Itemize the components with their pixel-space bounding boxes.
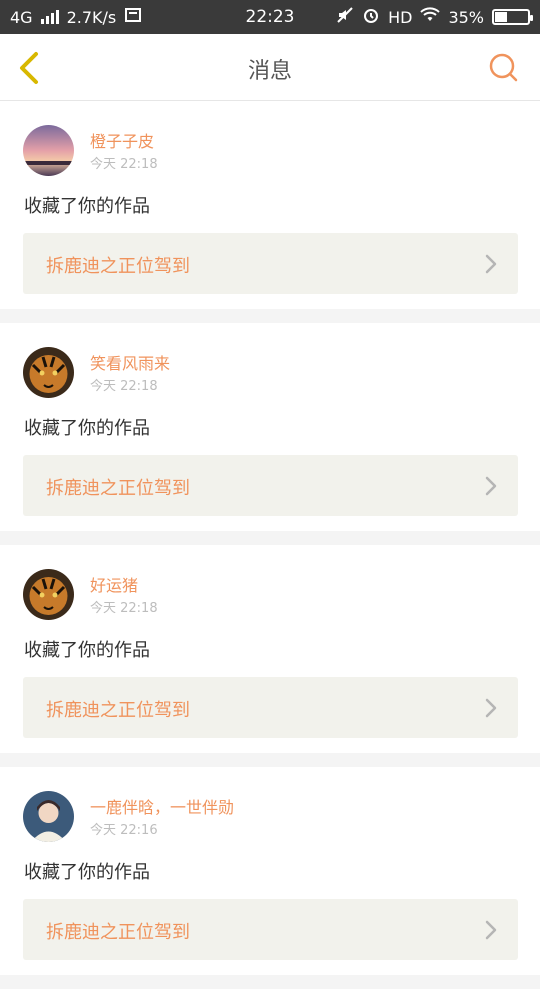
message-card: 好运猪 今天 22:18 收藏了你的作品 拆鹿迪之正位驾到 xyxy=(0,545,540,753)
network-speed: 2.7K/s xyxy=(66,7,117,27)
action-text: 收藏了你的作品 xyxy=(24,862,150,883)
work-link[interactable]: 拆鹿迪之正位驾到 xyxy=(23,677,518,738)
message-card: 笑看风雨来 今天 22:18 收藏了你的作品 拆鹿迪之正位驾到 xyxy=(0,323,540,531)
avatar[interactable] xyxy=(23,347,74,398)
signal-icon xyxy=(40,10,59,24)
alarm-icon xyxy=(362,6,380,28)
timestamp: 今天 22:18 xyxy=(90,157,158,172)
screenshot-icon xyxy=(124,6,142,28)
timestamp: 今天 22:18 xyxy=(90,379,158,394)
chevron-right-icon xyxy=(485,476,497,496)
message-list: 橙子子皮 今天 22:18 收藏了你的作品 拆鹿迪之正位驾到 笑看风雨来 今天 … xyxy=(0,101,540,989)
username[interactable]: 笑看风雨来 xyxy=(90,350,170,374)
chevron-right-icon xyxy=(485,254,497,274)
username[interactable]: 一鹿伴晗，一世伴勋 xyxy=(90,794,234,818)
network-type: 4G xyxy=(10,7,33,27)
work-link[interactable]: 拆鹿迪之正位驾到 xyxy=(23,233,518,294)
status-bar: 4G 2.7K/s 22:23 HD 35% xyxy=(0,0,540,34)
chevron-right-icon xyxy=(485,698,497,718)
top-navbar: 消息 xyxy=(0,34,540,101)
work-link[interactable]: 拆鹿迪之正位驾到 xyxy=(23,455,518,516)
status-right: HD 35% xyxy=(336,6,533,28)
chevron-right-icon xyxy=(485,920,497,940)
message-card: 橙子子皮 今天 22:18 收藏了你的作品 拆鹿迪之正位驾到 xyxy=(0,101,540,309)
hd-label: HD xyxy=(388,7,413,27)
timestamp: 今天 22:16 xyxy=(90,823,158,838)
avatar[interactable] xyxy=(23,791,74,842)
action-text: 收藏了你的作品 xyxy=(24,196,150,217)
page-title: 消息 xyxy=(247,59,292,84)
mute-icon xyxy=(336,6,354,28)
action-text: 收藏了你的作品 xyxy=(24,418,150,439)
battery-percent: 35% xyxy=(448,7,484,27)
search-icon xyxy=(489,53,518,82)
work-title: 拆鹿迪之正位驾到 xyxy=(46,256,190,277)
work-title: 拆鹿迪之正位驾到 xyxy=(46,700,190,721)
work-title: 拆鹿迪之正位驾到 xyxy=(46,478,190,499)
avatar[interactable] xyxy=(23,125,74,176)
avatar[interactable] xyxy=(23,569,74,620)
battery-icon xyxy=(492,9,533,25)
timestamp: 今天 22:18 xyxy=(90,601,158,616)
work-link[interactable]: 拆鹿迪之正位驾到 xyxy=(23,899,518,960)
message-card: 一鹿伴晗，一世伴勋 今天 22:16 收藏了你的作品 拆鹿迪之正位驾到 xyxy=(0,767,540,975)
wifi-icon xyxy=(420,7,441,27)
action-text: 收藏了你的作品 xyxy=(24,640,150,661)
username[interactable]: 橙子子皮 xyxy=(90,128,154,152)
username[interactable]: 好运猪 xyxy=(90,572,138,596)
status-left: 4G 2.7K/s xyxy=(10,6,142,28)
work-title: 拆鹿迪之正位驾到 xyxy=(46,922,190,943)
search-button[interactable] xyxy=(488,52,520,84)
